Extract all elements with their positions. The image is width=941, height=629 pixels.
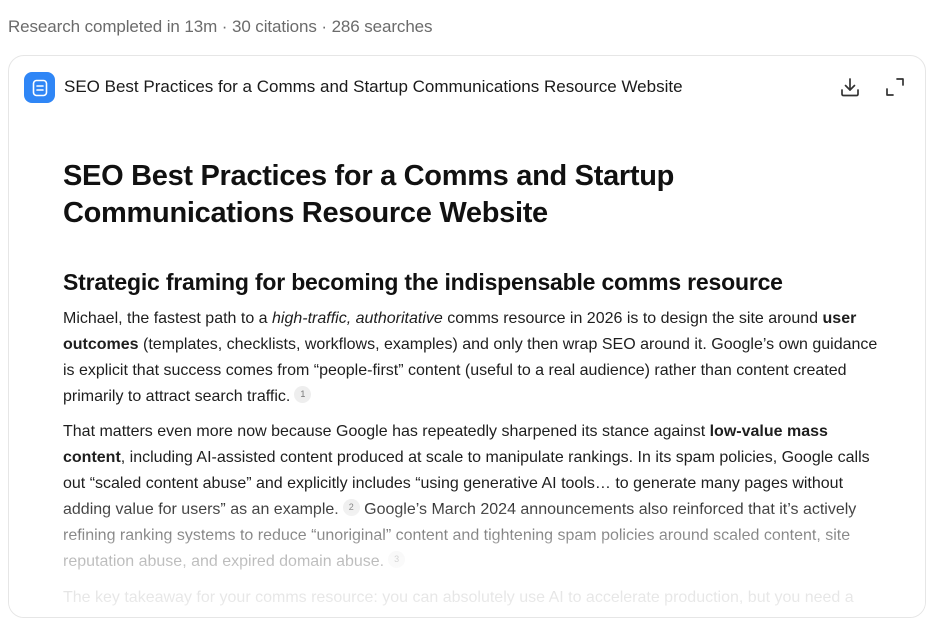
citation-badge[interactable]: 3 [388,551,406,568]
emphasis: high-traffic, authoritative [272,310,443,327]
report-header: SEO Best Practices for a Comms and Start… [9,56,925,118]
download-button[interactable] [837,74,863,100]
paragraph-1: Michael, the fastest path to a high-traf… [63,306,883,410]
text: The key takeaway for your comms resource… [63,589,854,606]
citation-badge[interactable]: 2 [342,499,360,516]
document-icon [24,72,55,103]
section-heading: Strategic framing for becoming the indis… [63,269,783,295]
text: (templates, checklists, workflows, examp… [63,336,878,405]
citation-badge[interactable]: 1 [294,386,312,403]
text: comms resource in 2026 is to design the … [442,310,823,327]
research-summary: Research completed in 13m · 30 citations… [8,17,433,36]
report-title: SEO Best Practices for a Comms and Start… [64,77,683,96]
text: Michael, the fastest path to a [63,310,273,327]
paragraph-3: The key takeaway for your comms resource… [63,585,883,611]
expand-icon [886,78,904,96]
expand-button[interactable] [882,74,908,100]
report-body: SEO Best Practices for a Comms and Start… [63,158,883,611]
download-icon [841,78,859,97]
paragraph-2: That matters even more now because Googl… [63,419,883,575]
research-report-card: SEO Best Practices for a Comms and Start… [8,55,926,618]
document-heading: SEO Best Practices for a Comms and Start… [63,160,675,229]
text: That matters even more now because Googl… [63,423,710,440]
